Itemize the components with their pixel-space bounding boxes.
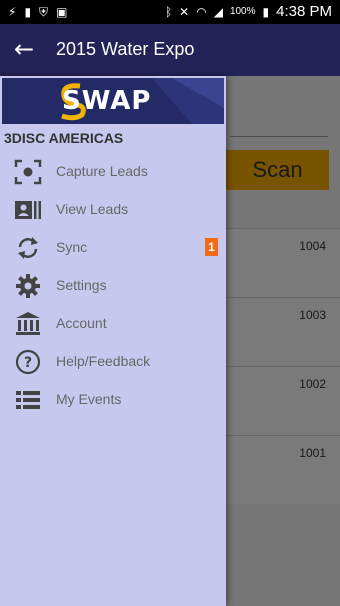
arrow-back-icon[interactable]: ← [14,35,34,63]
clock: 4:38 PM [276,3,332,20]
menu-item-help-feedback[interactable]: ? Help/Feedback [0,343,226,380]
help-icon: ? [15,349,41,375]
menu-item-settings[interactable]: Settings [0,267,226,304]
capture-icon [14,159,42,185]
menu-item-view-leads[interactable]: View Leads [0,191,226,228]
battery-full-icon: ▮ [262,4,270,19]
menu-item-sync[interactable]: Sync 1 [0,229,226,266]
menu-item-label: Capture Leads [56,163,148,179]
sync-count-badge: 1 [205,238,218,256]
battery-percent: 100% [229,6,256,17]
swap-logo: SWAP [2,78,224,124]
wifi-icon: ◠ [196,4,207,19]
contact-card-icon [15,201,41,219]
menu-item-label: Settings [56,277,107,293]
bank-icon [16,312,40,335]
svg-text:?: ? [24,355,32,371]
shield-icon: ⛨ [39,5,49,19]
gear-icon [16,274,40,298]
menu-item-label: Account [56,315,107,331]
bluetooth-icon: ᛒ [164,4,173,19]
menu-item-label: My Events [56,391,122,407]
company-name: 3DISC AMERICAS [4,130,124,146]
menu-item-my-events[interactable]: My Events [0,381,226,418]
menu-item-label: Sync [56,239,88,255]
menu-item-capture-leads[interactable]: Capture Leads [0,153,226,190]
page-title: 2015 Water Expo [56,39,195,59]
mute-icon: ✕ [179,4,190,19]
usb-icon: ⚡ [8,5,17,19]
app-bar: ← 2015 Water Expo [0,24,340,76]
navigation-drawer: SWAP 3DISC AMERICAS Capture Leads View L… [0,76,226,606]
menu-item-label: View Leads [56,201,129,217]
menu-item-account[interactable]: Account [0,305,226,342]
status-bar: ⚡ ▮ ⛨ ▣ ᛒ ✕ ◠ ◢ 100% ▮ 4:38 PM [0,0,340,24]
image-icon: ▣ [56,5,68,19]
battery-icon: ▮ [24,5,32,19]
list-icon [16,391,40,409]
menu-item-label: Help/Feedback [56,353,151,369]
signal-icon: ◢ [213,4,223,19]
sync-icon [18,237,38,259]
logo-text: SWAP [62,86,152,116]
